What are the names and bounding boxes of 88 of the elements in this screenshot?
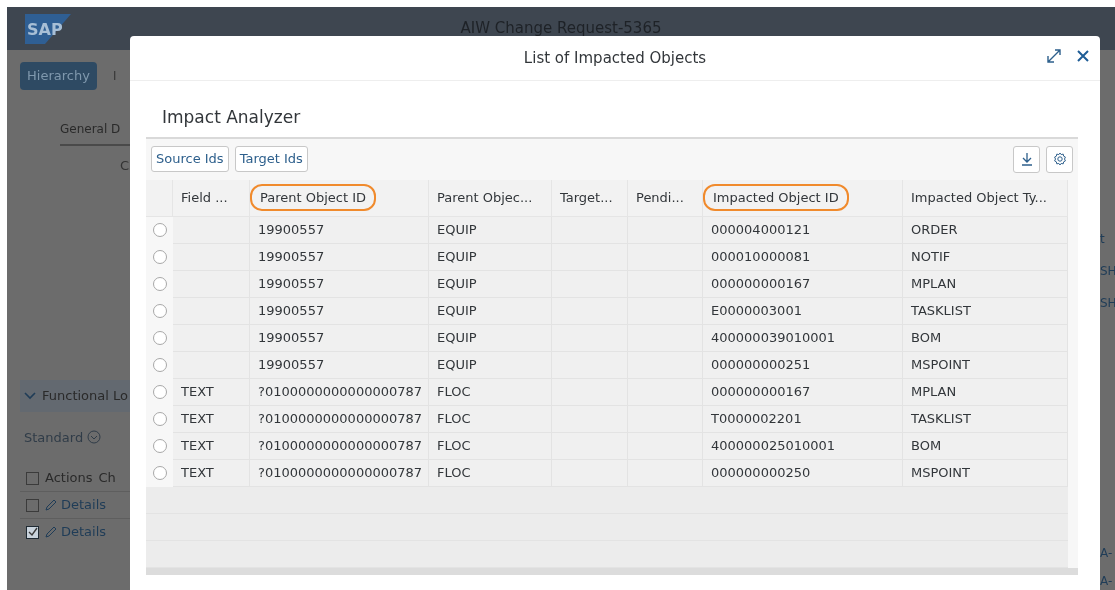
radio-button[interactable] (152, 331, 167, 345)
table-cell: TEXT (173, 378, 250, 406)
radio-button[interactable] (152, 223, 167, 237)
download-icon (1020, 152, 1033, 166)
checkbox[interactable] (26, 471, 39, 485)
table-cell: TASKLIST (903, 405, 1068, 433)
radio-button[interactable] (152, 304, 167, 318)
table-cell: BOM (903, 324, 1068, 352)
scrollbar[interactable] (146, 567, 1078, 575)
text-fragment: A- (1100, 545, 1114, 562)
table-cell: 000000000167 (703, 270, 903, 298)
radio-button[interactable] (152, 277, 167, 291)
table-cell: TEXT (173, 459, 250, 487)
field-label: C (120, 156, 130, 175)
radio-button[interactable] (152, 412, 167, 426)
pencil-icon[interactable] (45, 526, 57, 538)
column-header[interactable]: Field ... (173, 179, 250, 217)
table-cell: ?0100000000000000787 (250, 378, 429, 406)
text-fragment: SH (1100, 295, 1115, 312)
table-cell: 19900557 (250, 297, 429, 325)
table-cell: T0000002201 (703, 405, 903, 433)
table-cell: TEXT (173, 405, 250, 433)
table-cell: 000000000250 (703, 459, 903, 487)
table-cell: EQUIP (429, 324, 552, 352)
section-title: Impact Analyzer (162, 106, 302, 129)
table-cell: MPLAN (903, 270, 1068, 298)
table-cell: MSPOINT (903, 459, 1068, 487)
table-cell: EQUIP (429, 351, 552, 379)
table-cell: TASKLIST (903, 297, 1068, 325)
panel-title: Functional Lo (42, 387, 128, 405)
table-cell: FLOC (429, 459, 552, 487)
table-cell: NOTIF (903, 243, 1068, 271)
table-cell: 000000000167 (703, 378, 903, 406)
table-cell: EQUIP (429, 243, 552, 271)
table-cell: ?0100000000000000787 (250, 405, 429, 433)
column-header[interactable]: Pendi... (628, 179, 703, 217)
dialog-title: List of Impacted Objects (523, 47, 707, 69)
sap-logo: SAP (25, 13, 71, 44)
column-header[interactable]: Parent Object ID (250, 179, 429, 217)
table-cell: EQUIP (429, 297, 552, 325)
column-header: Ch (98, 469, 116, 488)
table-cell: BOM (903, 432, 1068, 460)
toolbar-button[interactable]: Source Ids (151, 146, 229, 172)
close-icon[interactable] (1076, 49, 1090, 63)
table-cell: 000010000081 (703, 243, 903, 271)
column-header: Actions (45, 469, 93, 488)
table-cell: ORDER (903, 216, 1068, 244)
table-cell: EQUIP (429, 270, 552, 298)
table-cell: ?0100000000000000787 (250, 432, 429, 460)
radio-button[interactable] (152, 439, 167, 453)
text-fragment: t (1100, 231, 1106, 248)
table-cell: 19900557 (250, 243, 429, 271)
checkbox[interactable] (26, 525, 39, 539)
table-cell: MPLAN (903, 378, 1068, 406)
table-cell: ?0100000000000000787 (250, 459, 429, 487)
table-cell: 19900557 (250, 324, 429, 352)
expand-icon[interactable] (1046, 48, 1062, 64)
table-cell: TEXT (173, 432, 250, 460)
table-cell: E0000003001 (703, 297, 903, 325)
text-fragment: A- (1100, 573, 1114, 590)
table-cell: EQUIP (429, 216, 552, 244)
toolbar-button[interactable]: Target Ids (234, 146, 308, 172)
table-cell: 19900557 (250, 270, 429, 298)
table-cell: 000000000251 (703, 351, 903, 379)
table-cell: MSPOINT (903, 351, 1068, 379)
table-cell: 19900557 (250, 216, 429, 244)
column-header[interactable]: Impacted Object ID (703, 179, 903, 217)
radio-button[interactable] (152, 250, 167, 264)
table-cell: 400000039010001 (703, 324, 903, 352)
download-button[interactable] (1013, 145, 1040, 173)
table-cell: FLOC (429, 405, 552, 433)
column-header[interactable]: Impacted Object Ty... (903, 179, 1068, 217)
settings-icon (1052, 152, 1067, 166)
dropdown-icon[interactable] (87, 430, 102, 445)
settings-button[interactable] (1046, 145, 1073, 173)
table-cell: 400000025010001 (703, 432, 903, 460)
column-header[interactable]: Parent Objec... (429, 179, 552, 217)
pencil-icon[interactable] (45, 499, 57, 511)
column-header[interactable]: Target... (552, 179, 628, 217)
radio-button[interactable] (152, 358, 167, 372)
radio-button[interactable] (152, 466, 167, 480)
text-fragment: SH (1100, 263, 1115, 280)
table-cell: FLOC (429, 378, 552, 406)
table-cell: 000004000121 (703, 216, 903, 244)
table-cell: 19900557 (250, 351, 429, 379)
radio-button[interactable] (152, 385, 167, 399)
table-cell: FLOC (429, 432, 552, 460)
checkbox[interactable] (26, 498, 39, 512)
